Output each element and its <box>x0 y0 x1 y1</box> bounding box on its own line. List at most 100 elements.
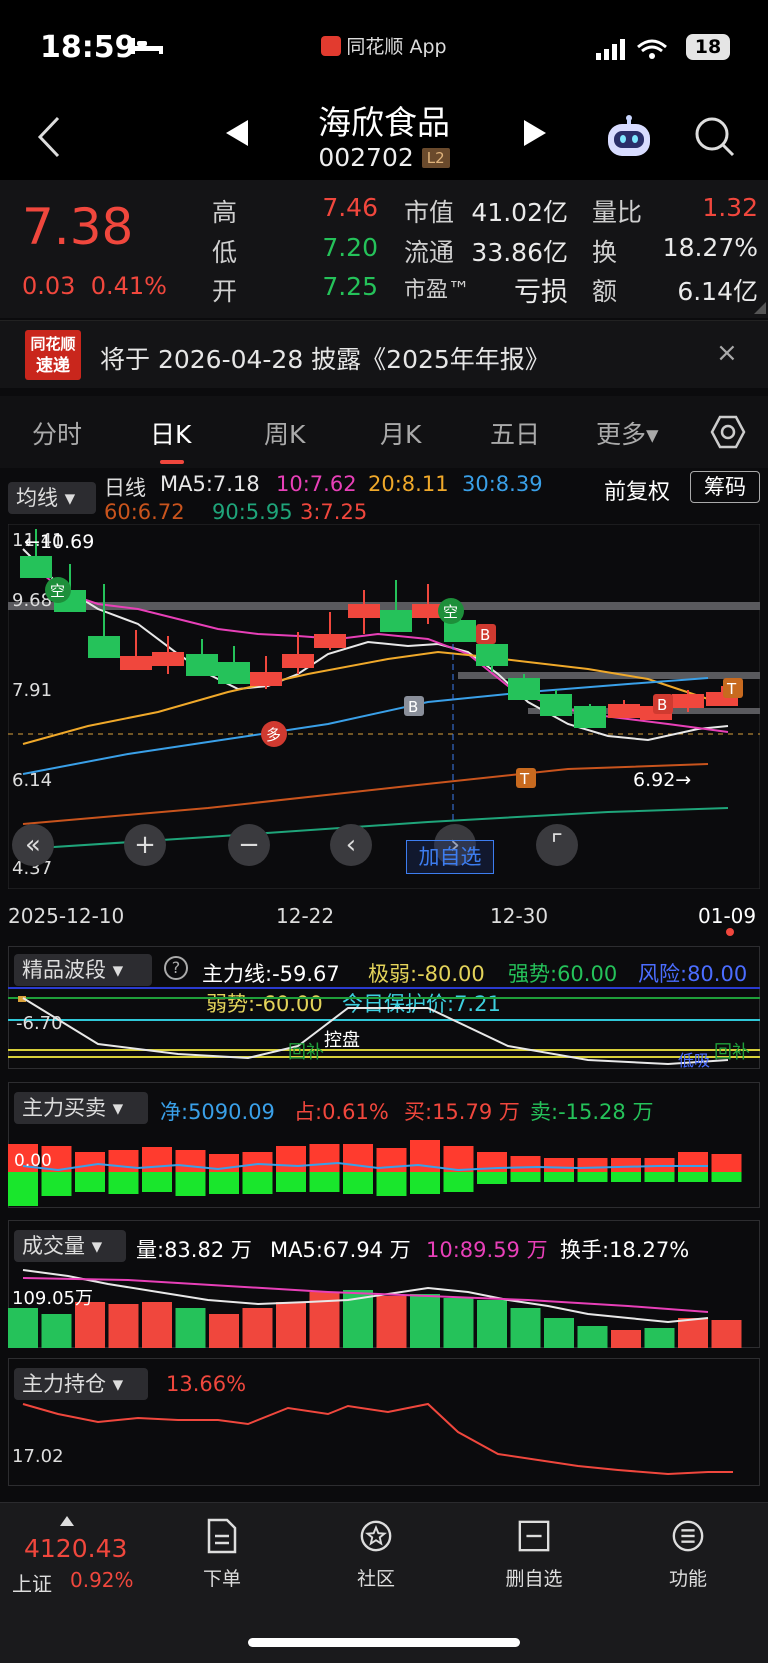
main-force-selector[interactable]: 主力买卖 ▾ <box>14 1092 148 1124</box>
turnover-label: 换 <box>592 238 618 267</box>
index-name: 上证 <box>12 1572 52 1596</box>
tab-five-day[interactable]: 五日 <box>490 415 540 451</box>
ma90-legend: 90:5.95 <box>212 500 293 524</box>
home-indicator <box>248 1638 520 1647</box>
volume-bar <box>678 1318 708 1348</box>
buy-signal-1: B <box>480 626 490 644</box>
index-change: 0.92% <box>70 1568 134 1592</box>
app-logo-icon <box>321 36 342 56</box>
sell-flow-bar <box>611 1172 641 1182</box>
open-label: 开 <box>212 277 238 306</box>
holding-svg: 17.02 <box>12 1402 733 1476</box>
volume-bar <box>8 1308 38 1348</box>
vol-ratio-label: 量比 <box>592 198 643 227</box>
next-triangle-icon[interactable] <box>522 118 548 148</box>
pe-label: 市盈™ <box>404 278 471 303</box>
buy-flow-bar <box>510 1156 541 1172</box>
sell-flow-bar <box>477 1172 507 1184</box>
candle-body <box>574 706 606 728</box>
vol-ratio-value: 1.32 <box>702 193 758 222</box>
sell-flow-bar <box>75 1172 105 1192</box>
candles <box>20 529 738 728</box>
nav-delete-watch[interactable]: 删自选 <box>484 1518 584 1591</box>
y-axis-label-3: 6.14 <box>12 770 52 791</box>
zoom-out-icon[interactable]: − <box>228 824 270 866</box>
tab-monthly-k[interactable]: 月K <box>380 415 421 451</box>
date-label-3: 12-30 <box>490 904 549 928</box>
tab-daily-k[interactable]: 日K <box>150 415 191 451</box>
high-label: 高 <box>212 198 238 227</box>
index-value[interactable]: 4120.43 <box>24 1534 127 1563</box>
back-label-2: 回补 <box>714 1042 750 1063</box>
candle-body <box>88 636 120 658</box>
nav-functions[interactable]: 功能 <box>638 1518 738 1591</box>
float-label: 流通 <box>404 238 455 267</box>
mcap-value: 41.02亿 <box>471 198 568 227</box>
control-label: 控盘 <box>324 1030 360 1051</box>
ma-selector-button[interactable]: 均线 ▾ <box>8 482 96 514</box>
l2-badge[interactable]: L2 <box>421 148 450 168</box>
turnover-rate-value: 换手:18.27% <box>560 1238 690 1262</box>
active-tab-indicator <box>160 460 184 464</box>
buy-signal-3: B <box>657 696 667 714</box>
mcap-label: 市值 <box>404 198 455 227</box>
buy-flow-bar <box>678 1152 708 1172</box>
nav-delete-watch-label: 删自选 <box>505 1568 563 1590</box>
sell-flow-bar <box>644 1172 675 1182</box>
buy-flow-bar <box>611 1158 641 1172</box>
close-icon[interactable]: × <box>716 338 738 368</box>
volume-bar <box>644 1328 675 1348</box>
band-indicator-svg: -6.70 控盘 回补 回补 低吸 <box>8 987 760 1069</box>
adjust-mode-label[interactable]: 前复权 <box>604 474 670 506</box>
y-axis-label-2: 7.91 <box>12 680 52 701</box>
nav-order[interactable]: 下单 <box>172 1518 272 1591</box>
add-watchlist-button[interactable]: 加自选 <box>406 840 494 874</box>
scroll-left-icon[interactable]: « <box>12 824 54 866</box>
volume-bar <box>209 1314 239 1348</box>
prev-candle-icon[interactable]: ‹ <box>330 824 372 866</box>
sell-flow-bar <box>711 1172 742 1182</box>
notice-text[interactable]: 将于 2026-04-28 披露《2025年年报》 <box>100 340 550 376</box>
zoom-in-icon[interactable]: + <box>124 824 166 866</box>
turnover-value: 18.27% <box>662 233 758 262</box>
search-icon[interactable] <box>692 114 736 158</box>
volume-ma10-value: 10:89.59 万 <box>426 1238 548 1262</box>
settings-hexagon-icon[interactable] <box>710 414 746 450</box>
chips-button[interactable]: 筹码 <box>690 471 760 503</box>
volume-bar <box>577 1326 608 1348</box>
current-price: 7.38 <box>22 198 134 256</box>
buy-value: 买:15.79 万 <box>404 1100 520 1124</box>
buy-flow-bar <box>276 1146 306 1172</box>
tab-intraday[interactable]: 分时 <box>32 415 82 451</box>
fullscreen-icon[interactable]: ⌜ <box>536 824 578 866</box>
volume-bar <box>510 1308 541 1348</box>
volume-bar <box>41 1314 72 1348</box>
nav-functions-label: 功能 <box>668 1568 707 1590</box>
volume-selector[interactable]: 成交量 ▾ <box>14 1230 126 1262</box>
tab-more[interactable]: 更多▾ <box>596 415 659 451</box>
buy-flow-bar <box>175 1150 206 1172</box>
long-signal: 多 <box>266 726 281 744</box>
expand-corner-icon[interactable] <box>754 302 766 314</box>
candle-body <box>380 610 412 632</box>
low-label: 低 <box>212 238 238 267</box>
float-value: 33.86亿 <box>471 238 568 267</box>
buy-flow-bar <box>309 1144 340 1172</box>
candle-body <box>282 654 314 668</box>
volume-axis-label: 109.05万 <box>12 1288 93 1309</box>
sell-flow-bar <box>175 1172 206 1196</box>
sell-flow-bar <box>209 1172 239 1194</box>
kline-svg[interactable]: 11.41 ←10.69 9.68 7.91 6.14 4.37 6.92→ 空… <box>8 524 760 889</box>
band-axis-label: -6.70 <box>16 1013 63 1034</box>
candle-body <box>152 652 184 666</box>
sell-flow-bar <box>242 1172 273 1194</box>
low-value: 7.20 <box>322 233 378 262</box>
app-name: 同花顺 App <box>346 36 447 58</box>
tab-weekly-k[interactable]: 周K <box>264 415 305 451</box>
nav-community[interactable]: 社区 <box>326 1518 426 1591</box>
min-price-marker: 6.92→ <box>633 769 691 791</box>
robot-icon[interactable] <box>604 114 654 158</box>
ma3-legend: 3:7.25 <box>300 500 368 524</box>
sell-flow-bar <box>309 1172 340 1192</box>
amount-value: 6.14亿 <box>677 277 758 306</box>
